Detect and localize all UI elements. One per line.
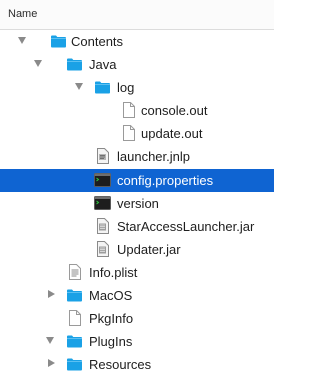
document-icon bbox=[120, 102, 137, 118]
document-icon bbox=[66, 310, 83, 326]
jar-file-icon bbox=[94, 241, 111, 257]
document-icon bbox=[120, 125, 137, 141]
folder-icon bbox=[66, 56, 83, 72]
tree-row-config-properties[interactable]: config.properties bbox=[0, 169, 274, 192]
tree-row-contents[interactable]: Contents bbox=[0, 30, 274, 53]
tree-row-label: log bbox=[117, 80, 135, 95]
folder-icon bbox=[66, 287, 83, 303]
terminal-file-icon bbox=[94, 195, 111, 211]
disclosure-triangle-icon[interactable] bbox=[34, 60, 42, 67]
disclosure-triangle-icon[interactable] bbox=[48, 359, 55, 367]
name-column-label: Name bbox=[8, 8, 38, 20]
tree-row-staraccesslauncher-jar[interactable]: StarAccessLauncher.jar bbox=[0, 215, 274, 238]
tree-row-label: Updater.jar bbox=[117, 242, 181, 257]
tree-row-macos[interactable]: MacOS bbox=[0, 284, 274, 307]
tree-row-update-out[interactable]: update.out bbox=[0, 122, 274, 145]
disclosure-triangle-icon[interactable] bbox=[75, 83, 83, 90]
tree-row-label: update.out bbox=[141, 126, 203, 141]
tree-row-label: Java bbox=[89, 57, 117, 72]
tree-row-label: launcher.jnlp bbox=[117, 149, 190, 164]
tree-row-launcher-jnlp[interactable]: launcher.jnlp bbox=[0, 145, 274, 168]
tree-row-pkginfo[interactable]: PkgInfo bbox=[0, 307, 274, 330]
disclosure-triangle-icon[interactable] bbox=[46, 337, 54, 344]
tree-row-updater-jar[interactable]: Updater.jar bbox=[0, 238, 274, 261]
tree-row-version[interactable]: version bbox=[0, 192, 274, 215]
tree-row-label: Resources bbox=[89, 357, 152, 372]
tree-row-log[interactable]: log bbox=[0, 76, 274, 99]
folder-icon bbox=[66, 356, 83, 372]
folder-icon bbox=[94, 79, 111, 95]
plist-file-icon bbox=[66, 264, 83, 280]
tree-row-label: config.properties bbox=[117, 173, 214, 188]
tree-row-label: Contents bbox=[71, 34, 124, 49]
tree-row-info-plist[interactable]: Info.plist bbox=[0, 261, 274, 284]
tree-row-resources[interactable]: Resources bbox=[0, 353, 274, 376]
tree-row-plugins[interactable]: PlugIns bbox=[0, 330, 274, 353]
tree-row-label: StarAccessLauncher.jar bbox=[117, 219, 255, 234]
jnlp-file-icon bbox=[94, 148, 111, 164]
disclosure-triangle-icon[interactable] bbox=[48, 290, 55, 298]
tree-row-java[interactable]: Java bbox=[0, 53, 274, 76]
tree-row-label: Info.plist bbox=[89, 265, 138, 280]
folder-icon bbox=[50, 33, 67, 49]
folder-icon bbox=[66, 333, 83, 349]
terminal-file-icon bbox=[94, 172, 111, 188]
disclosure-triangle-icon[interactable] bbox=[18, 37, 26, 44]
tree-row-label: console.out bbox=[141, 103, 208, 118]
tree-row-label: MacOS bbox=[89, 288, 133, 303]
tree-row-label: PlugIns bbox=[89, 334, 133, 349]
tree-row-label: PkgInfo bbox=[89, 311, 134, 326]
column-header[interactable]: Name bbox=[0, 0, 274, 30]
tree-row-label: version bbox=[117, 196, 159, 211]
jar-file-icon bbox=[94, 218, 111, 234]
tree-row-console-out[interactable]: console.out bbox=[0, 99, 274, 122]
